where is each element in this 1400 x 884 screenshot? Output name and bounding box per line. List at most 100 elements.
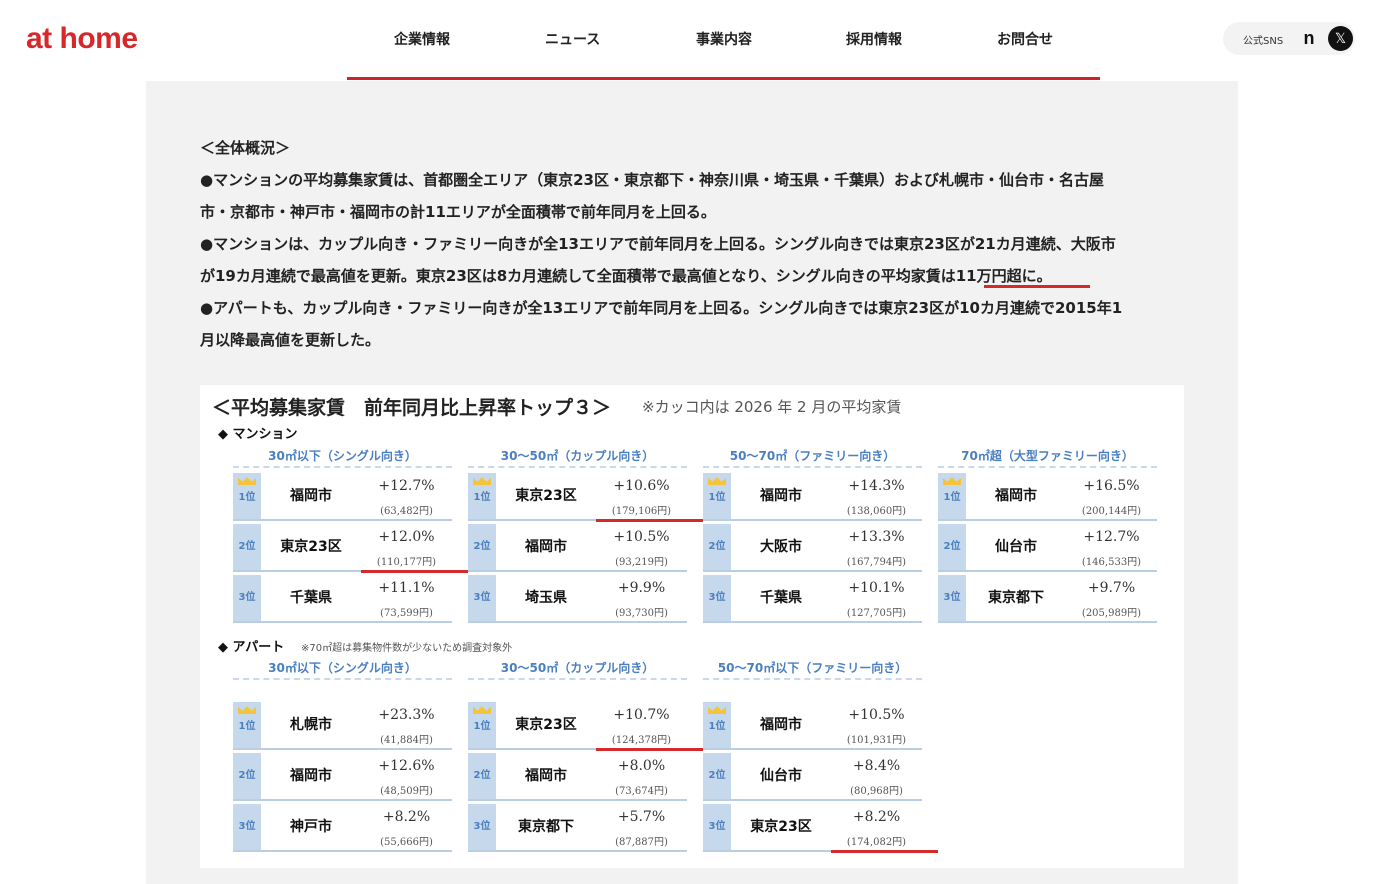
apart-note: ※70㎡超は募集物件数が少ないため調査対象外 xyxy=(301,643,513,654)
average-rent: (73,599円) xyxy=(380,608,433,619)
ranking-row: 1位 東京23区 +10.6% (179,106円) xyxy=(468,473,687,521)
average-rent: (101,931円) xyxy=(846,735,907,746)
ranking-row: 1位 福岡市 +10.5% (101,931円) xyxy=(703,702,922,750)
highlight-underline xyxy=(984,285,1090,288)
site-header: at home 企業情報 ニュース 事業内容 採用情報 お問合せ 公式SNS n… xyxy=(0,0,1400,80)
rank-label: 3位 xyxy=(473,592,491,603)
nav-company[interactable]: 企業情報 xyxy=(394,29,450,49)
crown-icon xyxy=(708,477,726,485)
city-name: 神戸市 xyxy=(290,819,332,835)
increase-rate: +12.7% xyxy=(378,478,435,494)
rank-label: 3位 xyxy=(708,592,726,603)
city-name: 東京23区 xyxy=(750,819,812,835)
rank-badge: 1位 xyxy=(938,473,966,519)
city-name: 大阪市 xyxy=(760,539,802,555)
rank-label: 2位 xyxy=(238,770,256,781)
nav-contact[interactable]: お問合せ xyxy=(997,29,1053,49)
crown-icon xyxy=(473,477,491,485)
city-name: 千葉県 xyxy=(290,590,332,606)
summary-line: 月以降最高値を更新した。 xyxy=(200,331,381,349)
increase-rate: +16.5% xyxy=(1083,478,1140,494)
apart-label: ◆ アパート xyxy=(218,640,285,655)
rank-badge: 2位 xyxy=(468,753,496,799)
rank-badge: 3位 xyxy=(233,575,261,621)
ranking-row: 3位 神戸市 +8.2% (55,666円) xyxy=(233,804,452,852)
rank-label: 2位 xyxy=(943,541,961,552)
ranking-row: 2位 福岡市 +8.0% (73,674円) xyxy=(468,753,687,801)
nav-recruit[interactable]: 採用情報 xyxy=(846,29,902,49)
summary-line: ●アパートも、カップル向き・ファミリー向きが全13エリアで前年同月を上回る。シン… xyxy=(200,299,1123,317)
increase-rate: +9.7% xyxy=(1087,580,1136,596)
increase-rate: +8.2% xyxy=(852,809,901,825)
average-rent: (138,060円) xyxy=(846,506,907,517)
rank-badge: 1位 xyxy=(233,473,261,519)
ranking-row: 1位 東京23区 +10.7% (124,378円) xyxy=(468,702,687,750)
average-rent: (124,378円) xyxy=(611,735,672,746)
highlight-underline xyxy=(361,570,468,573)
city-name: 福岡市 xyxy=(760,717,802,733)
ranking-row: 3位 埼玉県 +9.9% (93,730円) xyxy=(468,575,687,623)
increase-rate: +5.7% xyxy=(617,809,666,825)
rank-label: 1位 xyxy=(238,492,256,503)
ranking-row: 2位 福岡市 +10.5% (93,219円) xyxy=(468,524,687,572)
city-name: 福岡市 xyxy=(290,768,332,784)
nav-news[interactable]: ニュース xyxy=(545,29,600,49)
rank-label: 3位 xyxy=(238,821,256,832)
increase-rate: +10.6% xyxy=(613,478,670,494)
rank-label: 2位 xyxy=(473,541,491,552)
note-icon[interactable]: n xyxy=(1299,28,1319,48)
highlight-underline xyxy=(596,519,703,522)
highlight-underline xyxy=(596,748,703,751)
average-rent: (63,482円) xyxy=(380,506,433,517)
sns-label: 公式SNS xyxy=(1243,36,1284,47)
rank-badge: 1位 xyxy=(703,473,731,519)
increase-rate: +23.3% xyxy=(378,707,435,723)
ranking-row: 2位 仙台市 +12.7% (146,533円) xyxy=(938,524,1157,572)
increase-rate: +10.7% xyxy=(613,707,670,723)
crown-icon xyxy=(473,706,491,714)
city-name: 札幌市 xyxy=(290,717,332,733)
city-name: 福岡市 xyxy=(525,539,567,555)
increase-rate: +14.3% xyxy=(848,478,905,494)
nav-business[interactable]: 事業内容 xyxy=(696,29,752,49)
average-rent: (174,082円) xyxy=(846,837,907,848)
x-icon[interactable]: 𝕏 xyxy=(1328,26,1353,51)
column-header: 70㎡超（大型ファミリー向き） xyxy=(938,446,1157,468)
rank-label: 1位 xyxy=(708,492,726,503)
athome-logo[interactable]: at home xyxy=(26,22,138,56)
rank-badge: 2位 xyxy=(468,524,496,570)
average-rent: (55,666円) xyxy=(380,837,433,848)
city-name: 仙台市 xyxy=(760,768,802,784)
rank-badge: 1位 xyxy=(468,473,496,519)
increase-rate: +9.9% xyxy=(617,580,666,596)
summary-line: ●マンションは、カップル向き・ファミリー向きが全13エリアで前年同月を上回る。シ… xyxy=(200,235,1116,253)
figure-note: ※カッコ内は 2026 年 2 月の平均家賃 xyxy=(642,398,902,416)
ranking-row: 1位 福岡市 +14.3% (138,060円) xyxy=(703,473,922,521)
increase-rate: +13.3% xyxy=(848,529,905,545)
ranking-row: 1位 福岡市 +16.5% (200,144円) xyxy=(938,473,1157,521)
mansion-label: ◆ マンション xyxy=(218,427,298,442)
ranking-row: 2位 仙台市 +8.4% (80,968円) xyxy=(703,753,922,801)
rank-badge: 2位 xyxy=(703,524,731,570)
rank-label: 3位 xyxy=(473,821,491,832)
increase-rate: +10.5% xyxy=(848,707,905,723)
average-rent: (41,884円) xyxy=(380,735,433,746)
average-rent: (110,177円) xyxy=(376,557,437,568)
rank-label: 2位 xyxy=(708,770,726,781)
increase-rate: +12.0% xyxy=(378,529,435,545)
city-name: 福岡市 xyxy=(995,488,1037,504)
average-rent: (93,219円) xyxy=(615,557,668,568)
rank-label: 1位 xyxy=(473,721,491,732)
city-name: 福岡市 xyxy=(760,488,802,504)
increase-rate: +12.6% xyxy=(378,758,435,774)
column-header: 50～70㎡以下（ファミリー向き） xyxy=(703,658,922,680)
average-rent: (200,144円) xyxy=(1081,506,1142,517)
figure-title: ＜平均募集家賃 前年同月比上昇率トップ３＞ xyxy=(212,397,612,419)
city-name: 福岡市 xyxy=(290,488,332,504)
rank-badge: 3位 xyxy=(703,575,731,621)
city-name: 東京都下 xyxy=(518,819,574,835)
average-rent: (127,705円) xyxy=(846,608,907,619)
column-header: 30㎡以下（シングル向き） xyxy=(233,446,452,468)
rank-label: 3位 xyxy=(238,592,256,603)
rank-badge: 2位 xyxy=(703,753,731,799)
